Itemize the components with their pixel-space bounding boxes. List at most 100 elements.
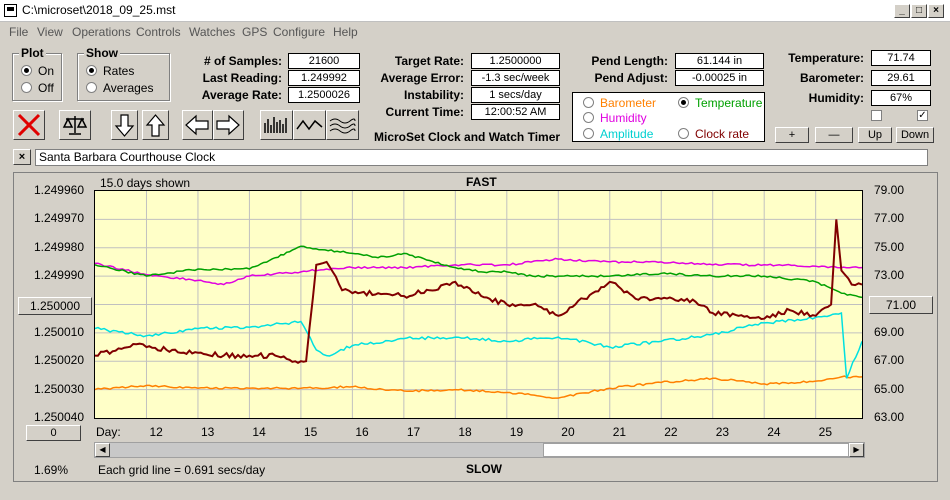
menu-operations[interactable]: Operations <box>72 25 131 39</box>
barometer-label: Barometer: <box>799 71 864 85</box>
slow-label: SLOW <box>466 462 502 476</box>
arrow-down-button[interactable] <box>111 110 138 140</box>
grid-note: Each grid line = 0.691 secs/day <box>98 463 266 477</box>
pend-length-value: 61.144 in <box>675 53 764 69</box>
left-center-button[interactable]: 1.250000 <box>18 297 92 315</box>
x-tick: 17 <box>406 425 421 439</box>
chart-svg <box>94 191 863 418</box>
temperature-radio[interactable]: Temperature <box>678 96 762 110</box>
last-reading-value: 1.249992 <box>288 70 360 86</box>
x-tick: 19 <box>509 425 524 439</box>
y-left-tick: 1.249970 <box>33 211 84 226</box>
arrow-right-button[interactable] <box>213 110 244 140</box>
x-tick: 16 <box>355 425 369 439</box>
clock-rate-radio[interactable]: Clock rate <box>678 127 749 141</box>
red-x-icon <box>17 113 41 137</box>
amplitude-radio[interactable]: Amplitude <box>583 127 653 141</box>
radio-unchecked-icon <box>583 97 594 108</box>
x-tick: 22 <box>664 425 678 439</box>
arrow-down-icon <box>114 114 135 137</box>
window-title: C:\microset\2018_09_25.mst <box>22 3 176 17</box>
scroll-thumb[interactable] <box>543 443 849 457</box>
triangle-right-icon: ▶ <box>853 445 860 454</box>
average-rate-label: Average Rate: <box>201 88 282 102</box>
x-tick: 20 <box>561 425 575 439</box>
horizontal-scrollbar[interactable]: ◀ ▶ <box>94 442 865 458</box>
y-right-tick: 75.00 <box>874 239 905 254</box>
triangle-left-icon: ◀ <box>99 445 106 454</box>
radio-unchecked-icon <box>583 128 594 139</box>
minus-button[interactable]: — <box>815 127 853 143</box>
wave-icon <box>296 119 323 131</box>
scroll-track[interactable] <box>110 443 543 457</box>
average-rate-value: 1.2500026 <box>288 87 360 103</box>
y-left-tick: 1.250040 <box>33 410 84 424</box>
menu-watches[interactable]: Watches <box>189 25 235 39</box>
y-right-tick: 69.00 <box>874 324 905 339</box>
checkbox-1[interactable] <box>871 110 882 121</box>
plot-on-radio[interactable]: On <box>21 64 54 78</box>
days-shown-label: 15.0 days shown <box>100 176 191 190</box>
scroll-right-button[interactable]: ▶ <box>849 443 864 457</box>
instability-label: Instability: <box>403 88 464 102</box>
menu-file[interactable]: File <box>9 25 28 39</box>
maximize-button[interactable]: □ <box>911 4 927 18</box>
humidity-radio[interactable]: Humidity <box>583 111 647 125</box>
down-button[interactable]: Down <box>896 127 934 143</box>
samples-label: # of Samples: <box>203 54 282 68</box>
bars-icon <box>264 117 287 133</box>
app-icon[interactable] <box>4 4 17 17</box>
arrow-up-icon <box>145 114 166 137</box>
x-tick: 21 <box>612 425 627 439</box>
y-left-tick: 1.250030 <box>33 381 84 396</box>
y-right-tick: 63.00 <box>874 410 905 424</box>
balance-button[interactable] <box>59 110 91 140</box>
menu-gps[interactable]: GPS <box>242 25 267 39</box>
minimize-button[interactable]: _ <box>894 4 910 18</box>
plus-button[interactable]: + <box>775 127 809 143</box>
radio-unchecked-icon <box>583 112 594 123</box>
plot-group-title: Plot <box>19 46 46 60</box>
barometer-radio[interactable]: Barometer <box>583 96 656 110</box>
checkbox-2[interactable]: ✓ <box>917 110 928 121</box>
show-rates-radio[interactable]: Rates <box>86 64 134 78</box>
x-axis-label: Day: <box>96 425 121 439</box>
right-center-button[interactable]: 71.00 <box>869 296 933 314</box>
menu-controls[interactable]: Controls <box>136 25 181 39</box>
samples-value: 21600 <box>288 53 360 69</box>
scroll-left-button[interactable]: ◀ <box>95 443 110 457</box>
clear-name-button[interactable]: × <box>13 149 31 165</box>
menu-configure[interactable]: Configure <box>273 25 325 39</box>
menu-view[interactable]: View <box>37 25 63 39</box>
y-right-tick: 65.00 <box>874 381 905 396</box>
y-left-tick: 1.249960 <box>33 183 84 197</box>
arrow-left-button[interactable] <box>182 110 213 140</box>
show-averages-radio[interactable]: Averages <box>86 81 153 95</box>
stop-button[interactable] <box>13 110 45 140</box>
instability-value: 1 secs/day <box>471 87 560 103</box>
bar-view-button[interactable] <box>260 110 293 140</box>
smooth-view-button[interactable] <box>326 110 359 140</box>
menu-bar: File View Operations Controls Watches GP… <box>0 22 950 42</box>
zero-button[interactable]: 0 <box>26 425 81 441</box>
current-time-label: Current Time: <box>385 105 464 119</box>
menu-help[interactable]: Help <box>333 25 358 39</box>
y-right-tick: 67.00 <box>874 353 905 368</box>
arrow-up-button[interactable] <box>142 110 169 140</box>
close-button[interactable]: × <box>928 4 944 18</box>
last-reading-label: Last Reading: <box>202 71 282 85</box>
arrow-right-icon <box>216 114 240 136</box>
multi-wave-icon <box>329 118 356 134</box>
clock-name-input[interactable]: Santa Barbara Courthouse Clock <box>35 149 928 166</box>
percent-readout: 1.69% <box>34 463 69 477</box>
series-line-rate <box>94 219 863 364</box>
up-button[interactable]: Up <box>858 127 892 143</box>
pend-adjust-label: Pend Adjust: <box>594 71 668 85</box>
fast-label: FAST <box>466 175 497 189</box>
target-rate-label: Target Rate: <box>394 54 464 68</box>
radio-unchecked-icon <box>21 82 32 93</box>
pend-length-label: Pend Length: <box>591 54 668 68</box>
app-title: MicroSet Clock and Watch Timer <box>374 130 561 144</box>
plot-off-radio[interactable]: Off <box>21 81 54 95</box>
line-view-button[interactable] <box>293 110 326 140</box>
